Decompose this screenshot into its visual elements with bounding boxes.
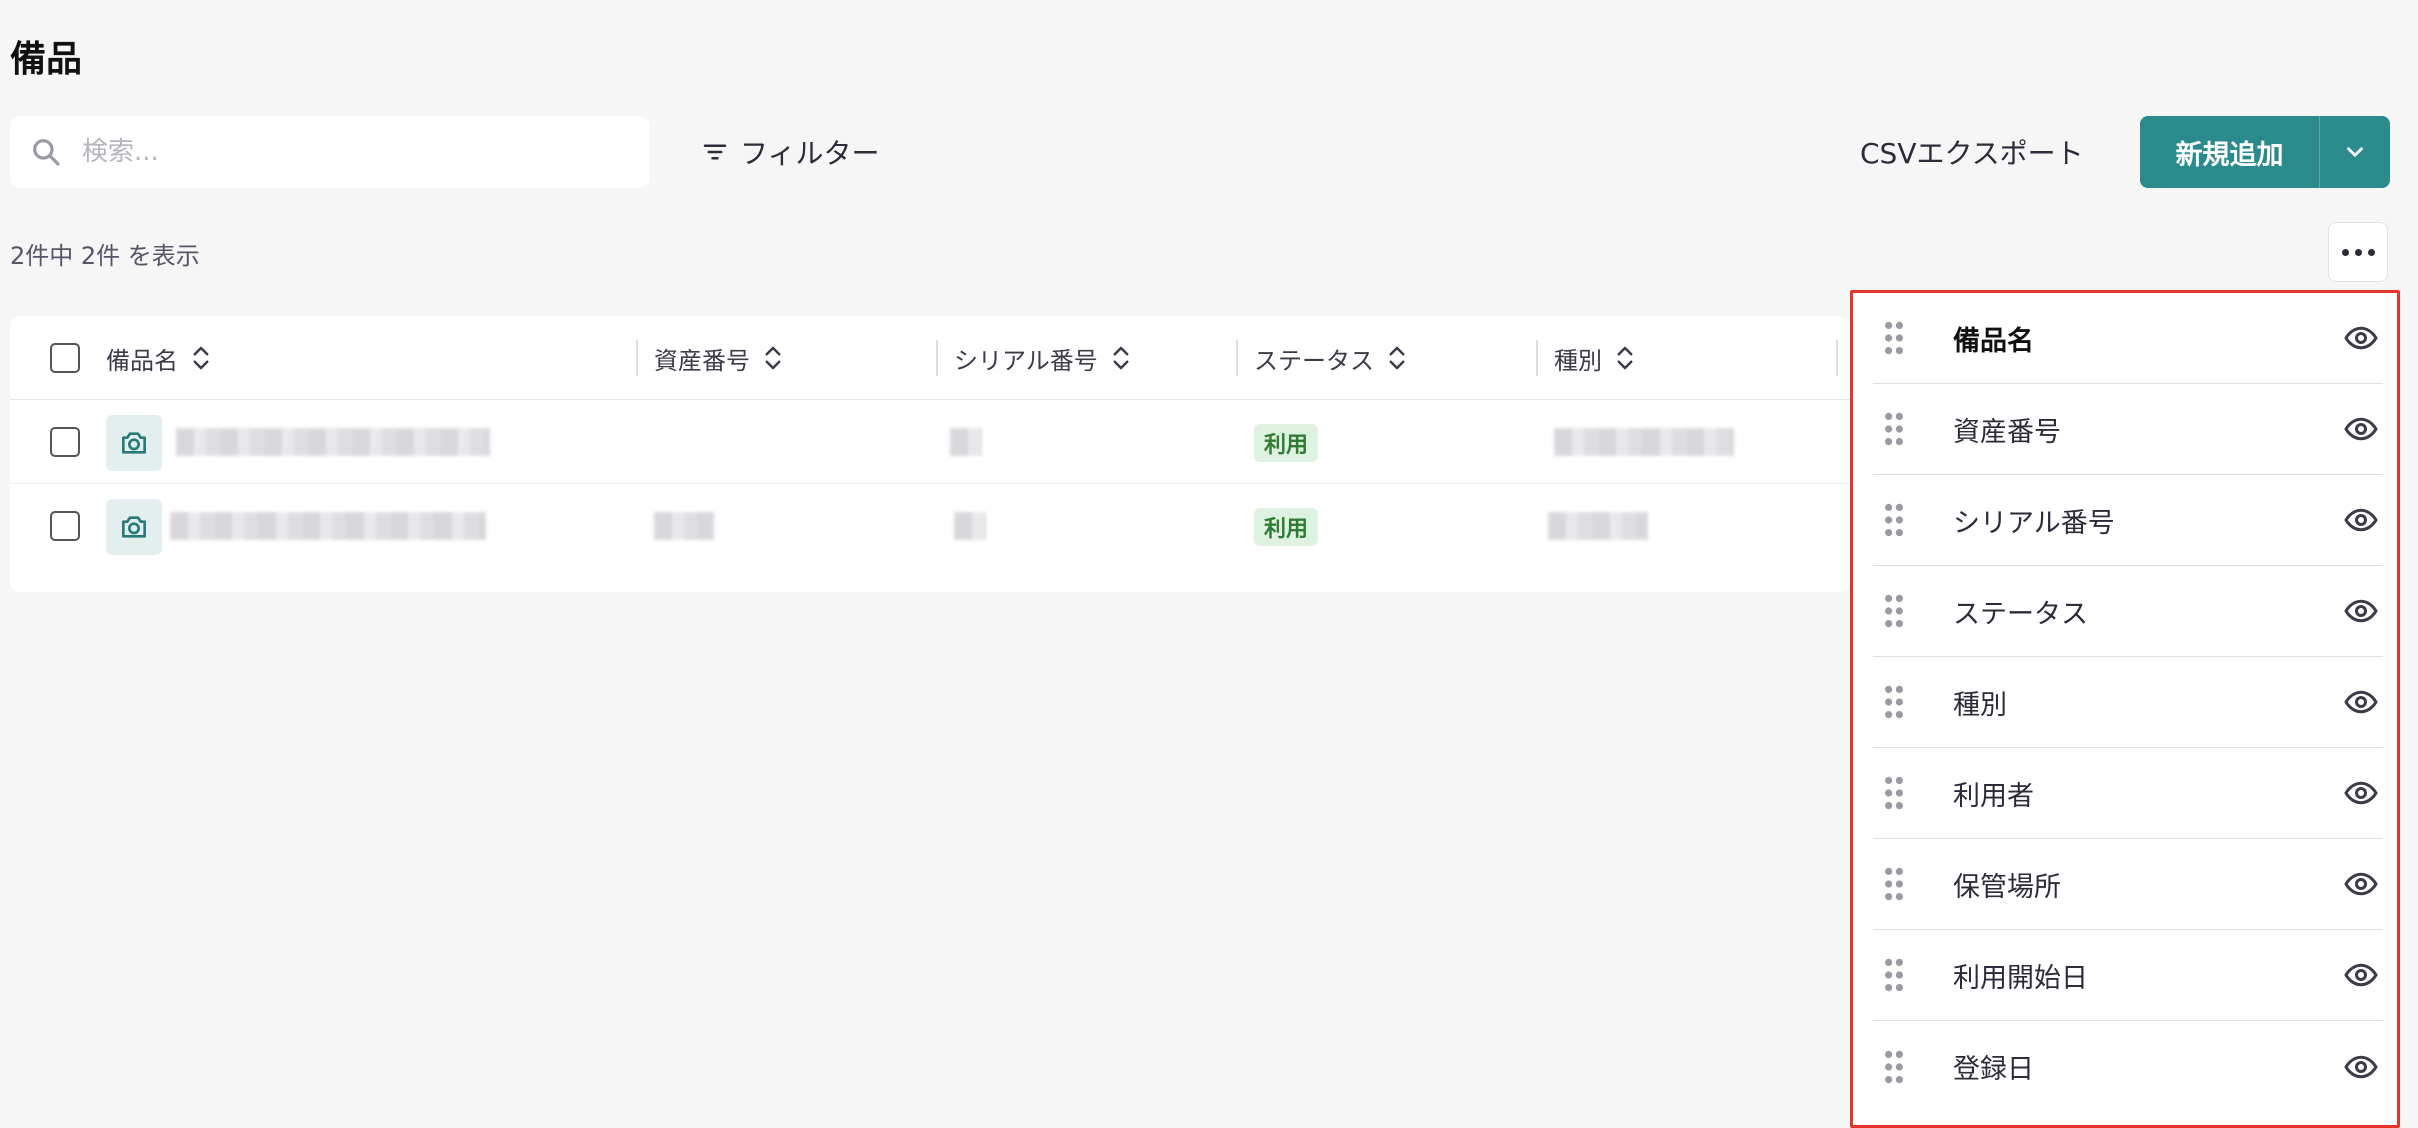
eye-icon[interactable] [2343, 320, 2379, 356]
drag-handle-icon[interactable] [1883, 593, 1905, 629]
filter-button[interactable]: フィルター [700, 124, 879, 180]
column-option-label: 利用者 [1953, 780, 2034, 812]
eye-icon[interactable] [2343, 775, 2379, 811]
chevron-down-icon [2347, 147, 2363, 157]
select-all-checkbox[interactable] [50, 343, 80, 373]
sort-icon [1113, 346, 1129, 370]
redacted-name [176, 428, 490, 456]
column-option[interactable]: 資産番号 [1873, 384, 2383, 475]
drag-handle-icon[interactable] [1883, 775, 1905, 811]
column-header-asset-number[interactable]: 資産番号 [654, 316, 784, 400]
drag-handle-icon[interactable] [1883, 684, 1905, 720]
table-row[interactable]: 利用 [10, 484, 1850, 568]
page-title: 備品 [10, 39, 83, 80]
column-header-label: シリアル番号 [954, 346, 1098, 375]
redacted-asset-number [654, 512, 714, 540]
column-option-label: ステータス [1953, 598, 2088, 630]
drag-handle-icon[interactable] [1883, 320, 1905, 356]
table-row[interactable]: 利用 [10, 400, 1850, 484]
page: 備品 フィルター CSVエクスポート 新規追加 2件中 2件 を表示 備品名 資… [0, 0, 2418, 1128]
redacted-serial [954, 512, 986, 540]
eye-icon[interactable] [2343, 1049, 2379, 1085]
column-visibility-panel: 備品名 資産番号 シリアル番号 ステータス 種別 利用者 保管場所 利用開始日 … [1850, 290, 2400, 1128]
sort-icon [1617, 346, 1633, 370]
dot-icon [2354, 248, 2362, 256]
eye-icon[interactable] [2343, 502, 2379, 538]
column-divider[interactable] [1236, 340, 1238, 376]
redacted-serial [950, 428, 982, 456]
column-option[interactable]: ステータス [1873, 566, 2383, 657]
status-badge: 利用 [1254, 508, 1319, 546]
add-button-group: 新規追加 [2140, 116, 2390, 188]
column-option-label: 保管場所 [1953, 871, 2061, 903]
column-option-label: 種別 [1953, 689, 2007, 721]
column-option-label: 利用開始日 [1953, 962, 2088, 994]
redacted-name [170, 512, 486, 540]
column-option[interactable]: 利用開始日 [1873, 930, 2383, 1021]
column-divider[interactable] [936, 340, 938, 376]
column-header-label: 種別 [1554, 346, 1602, 375]
column-header-label: 資産番号 [654, 346, 750, 375]
column-header-type[interactable]: 種別 [1554, 316, 1636, 400]
column-header-status[interactable]: ステータス [1254, 316, 1408, 400]
table-header: 備品名 資産番号 シリアル番号 ステータス 種別 [10, 316, 1850, 400]
dot-icon [2341, 248, 2349, 256]
eye-icon[interactable] [2343, 593, 2379, 629]
row-checkbox[interactable] [50, 427, 80, 457]
column-header-label: ステータス [1254, 346, 1374, 375]
thumbnail [106, 499, 162, 555]
row-checkbox[interactable] [50, 511, 80, 541]
drag-handle-icon[interactable] [1883, 866, 1905, 902]
sort-icon [1389, 346, 1405, 370]
drag-handle-icon[interactable] [1883, 1049, 1905, 1085]
column-option[interactable]: 利用者 [1873, 748, 2383, 839]
column-header-serial-number[interactable]: シリアル番号 [954, 316, 1132, 400]
column-option-label: シリアル番号 [1953, 507, 2115, 539]
column-divider[interactable] [1836, 340, 1838, 376]
more-options-button[interactable] [2328, 222, 2388, 282]
column-header-name[interactable]: 備品名 [106, 316, 212, 400]
redacted-type [1554, 428, 1734, 456]
eye-icon[interactable] [2343, 866, 2379, 902]
column-divider[interactable] [636, 340, 638, 376]
dot-icon [2367, 248, 2375, 256]
drag-handle-icon[interactable] [1883, 411, 1905, 447]
eye-icon[interactable] [2343, 957, 2379, 993]
sort-icon [765, 346, 781, 370]
column-option[interactable]: シリアル番号 [1873, 475, 2383, 566]
search-icon [33, 139, 60, 166]
csv-export-button[interactable]: CSVエクスポート [1860, 124, 2084, 180]
drag-handle-icon[interactable] [1883, 502, 1905, 538]
column-option[interactable]: 種別 [1873, 657, 2383, 748]
eye-icon[interactable] [2343, 411, 2379, 447]
column-option[interactable]: 保管場所 [1873, 839, 2383, 930]
search-input[interactable] [82, 137, 602, 167]
filter-label: フィルター [740, 137, 880, 170]
camera-icon [122, 432, 146, 454]
column-option-label: 登録日 [1953, 1054, 2034, 1085]
add-dropdown-button[interactable] [2320, 116, 2390, 188]
column-option[interactable]: 備品名 [1873, 293, 2383, 384]
status-badge: 利用 [1254, 424, 1319, 462]
thumbnail [106, 415, 162, 471]
drag-handle-icon[interactable] [1883, 957, 1905, 993]
column-option-label: 備品名 [1953, 325, 2034, 357]
column-header-label: 備品名 [106, 346, 178, 375]
sort-icon [193, 346, 209, 370]
column-option-label: 資産番号 [1953, 416, 2061, 448]
search-box[interactable] [10, 116, 650, 188]
column-option[interactable]: 登録日 [1873, 1021, 2383, 1112]
eye-icon[interactable] [2343, 684, 2379, 720]
filter-icon [703, 144, 727, 160]
redacted-type [1548, 512, 1648, 540]
camera-icon [122, 516, 146, 538]
add-new-button[interactable]: 新規追加 [2140, 116, 2320, 188]
equipment-table: 備品名 資産番号 シリアル番号 ステータス 種別 利用 利用 [10, 316, 1850, 592]
result-count: 2件中 2件 を表示 [10, 242, 200, 270]
column-divider[interactable] [1536, 340, 1538, 376]
